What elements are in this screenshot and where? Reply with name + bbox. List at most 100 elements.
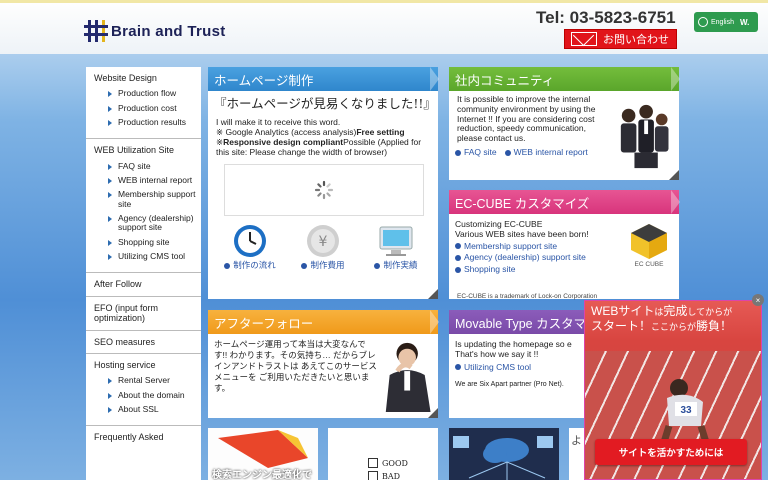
responsive-line: ※Responsive design compliantPossible (Ap… [216,136,422,157]
sidebar-item-label: WEB internal report [118,175,193,186]
popup-headline: WEBサイトは完成してからが スタート！ここからが勝負！ [591,304,733,333]
community-text: It is possible to improve the internal c… [457,94,596,144]
homepage-production-panel: ホームページ制作 『ホームページが見易くなりました!!』 I will make… [208,67,439,299]
panel-title[interactable]: アフターフォロー [208,310,439,334]
partner-text: We are Six Apart partner (Pro Net). [455,381,564,389]
panel-title[interactable]: 社内コミュニティ [449,67,680,91]
internal-report-link[interactable]: WEB internal report [504,147,588,158]
arrow-icon [108,392,114,399]
partial-panel[interactable]: よ [569,428,584,480]
sidebar-heading[interactable]: Website Design [94,73,201,83]
sidebar-heading[interactable]: Frequently Asked [94,432,201,442]
panel-body: 『ホームページが見易くなりました!!』 I will make it to re… [208,91,438,271]
sidebar-heading[interactable]: SEO measures [94,337,201,347]
eccube-logo: EC CUBE [629,222,669,275]
language-switch[interactable]: English W. [694,12,758,32]
sidebar-item-agency[interactable]: Agency (dealership) support site [94,213,201,233]
popup-cta-button[interactable]: サイトを活かすためには [595,439,747,465]
sidebar-item-label: Rental Server [118,375,170,386]
production-flow-link[interactable]: 制作の流れ [218,224,282,271]
production-cost-link[interactable]: ¥ 制作費用 [291,224,355,271]
contact-button[interactable]: お問い合わせ [564,29,677,49]
sidebar-item-production-cost[interactable]: Production cost [94,103,201,113]
eccube-cube-icon [631,224,667,259]
arrow-icon [108,216,114,223]
eccube-footnote: EC-CUBE is a trademark of Lock-on Corpor… [457,293,598,300]
arrow-icon [108,120,114,127]
agency-link[interactable]: Agency (dealership) support site [455,253,623,263]
panel-title[interactable]: EC-CUBE カスタマイズ [449,190,680,214]
arrow-icon [108,163,114,170]
sidebar-item-rental-server[interactable]: Rental Server [94,375,201,386]
sidebar-item-label: Production flow [118,88,177,99]
svg-text:¥: ¥ [319,234,328,250]
sidebar-heading[interactable]: WEB Utilization Site [94,145,201,155]
panel-title[interactable]: ホームページ制作 [208,67,439,91]
production-results-link[interactable]: 制作実績 [364,224,428,271]
panel-body: Is updating the homepage so e That's how… [449,334,584,393]
efo-panel[interactable]: GOOD BAD [328,428,438,480]
close-icon[interactable]: × [752,294,764,306]
logo-mark-icon [84,20,108,42]
seo-caption: 検索エンジン最適化で [212,470,312,480]
seo-panel[interactable]: 検索エンジン最適化で [208,428,318,480]
arrow-icon [108,91,114,98]
bib-number: 33 [680,405,692,416]
globe-icon [698,17,708,27]
sidebar-item-label: About SSL [118,403,159,414]
after-follow-panel: アフターフォロー ホームページ運用って本当は大変なんです!! わかります。その気… [208,310,439,418]
sidebar-item-internal-report[interactable]: WEB internal report [94,175,201,186]
arrow-icon [108,239,114,246]
sidebar-item-domain[interactable]: About the domain [94,389,201,400]
arrow-icon [108,178,114,185]
promo-popup[interactable]: WEBサイトは完成してからが スタート！ここからが勝負！ 33 サイトを活かすた… [584,300,762,480]
panel-title-label: Movable Type カスタマイズ [455,316,584,331]
sidebar-item-production-flow[interactable]: Production flow [94,88,201,99]
sidebar-item-ssl[interactable]: About SSL [94,403,201,414]
loading-spinner-icon [314,181,334,200]
sidebar-item-cms[interactable]: Utilizing CMS tool [94,251,201,262]
sidebar-item-label: Shopping site [118,236,170,247]
panel-body: ホームページ運用って本当は大変なんです!! わかります。その気持ち… だからブレ… [208,334,438,417]
sidebar-item-label: Production results [118,117,187,128]
sidebar-item-label: About the domain [118,389,185,400]
panel-title-label: EC-CUBE カスタマイズ [455,196,590,211]
sidebar-section-hosting: Hosting service Rental Server About the … [86,354,201,427]
sidebar-item-shopping[interactable]: Shopping site [94,236,201,247]
partial-title: よ [571,435,582,447]
sidebar-heading[interactable]: After Follow [94,279,201,289]
sidebar-item-label: Utilizing CMS tool [118,251,186,262]
membership-link[interactable]: Membership support site [455,241,623,252]
sidebar-heading[interactable]: EFO (input form optimization) [94,303,201,324]
cms-tool-link[interactable]: Utilizing CMS tool [455,362,578,373]
sidebar-section-website-design: Website Design Production flow Productio… [86,67,201,140]
link-label: 制作の流れ [233,260,276,271]
sidebar-item-production-results[interactable]: Production results [94,117,201,128]
link-label: 制作実績 [383,260,418,271]
phone-number: Tel: 03-5823-6751 [536,8,676,27]
good-checkbox: GOOD [368,458,408,468]
shopping-link[interactable]: Shopping site [455,264,623,275]
language-label: English [711,18,734,26]
embedded-frame [224,164,424,217]
sidebar-nav: Website Design Production flow Productio… [86,67,201,480]
eccube-text: Various WEB sites have been born! [455,228,589,239]
sidebar-item-label: Membership support site [118,189,196,209]
panel-corner-icon [669,170,679,180]
yen-coin-icon: ¥ [307,225,339,258]
panel-title[interactable]: Movable Type カスタマイズ [449,310,584,334]
business-people-illustration [620,104,669,169]
panel-title-label: アフターフォロー [214,316,314,331]
sidebar-item-faq-site[interactable]: FAQ site [94,160,201,171]
language-suffix: W. [739,17,750,27]
sidebar-heading[interactable]: Hosting service [94,360,201,370]
panel-body: It is possible to improve the internal c… [449,91,679,175]
service-links: 制作の流れ ¥ 制作費用 制作実績 [214,224,432,271]
sidebar-item-membership[interactable]: Membership support site [94,190,201,209]
sidebar-item-label: FAQ site [118,160,151,171]
panel-corner-icon [428,408,438,418]
worried-man-illustration [385,342,431,412]
site-logo[interactable]: Brain and Trust [84,20,226,42]
cloud-panel[interactable] [449,428,559,480]
faq-site-link[interactable]: FAQ site [455,147,497,158]
